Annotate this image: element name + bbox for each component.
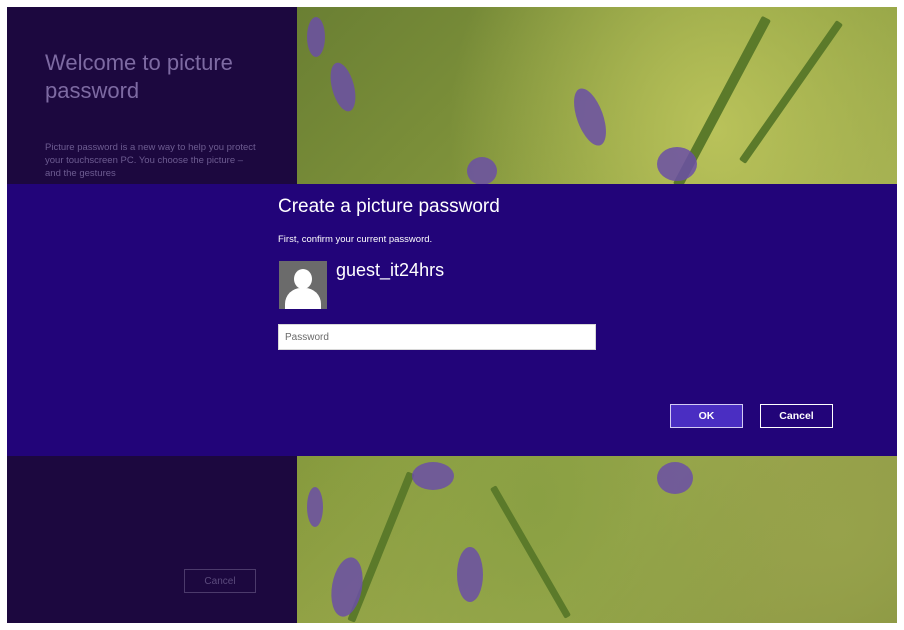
username-label: guest_it24hrs xyxy=(336,260,445,280)
user-silhouette-body xyxy=(285,288,321,309)
ok-button[interactable]: OK xyxy=(670,404,743,428)
user-avatar xyxy=(279,261,327,309)
welcome-title: Welcome to picture password xyxy=(45,50,233,103)
background-cancel-button[interactable]: Cancel xyxy=(184,569,256,593)
dialog-subtitle: First, confirm your current password. xyxy=(278,234,433,245)
password-input[interactable] xyxy=(278,324,596,350)
welcome-description: Picture password is a new way to help yo… xyxy=(45,142,256,179)
dialog-title: Create a picture password xyxy=(278,196,500,217)
cancel-button[interactable]: Cancel xyxy=(760,404,833,428)
picture-password-screen: Welcome to picture password Picture pass… xyxy=(7,7,897,623)
user-silhouette-icon xyxy=(294,269,312,289)
